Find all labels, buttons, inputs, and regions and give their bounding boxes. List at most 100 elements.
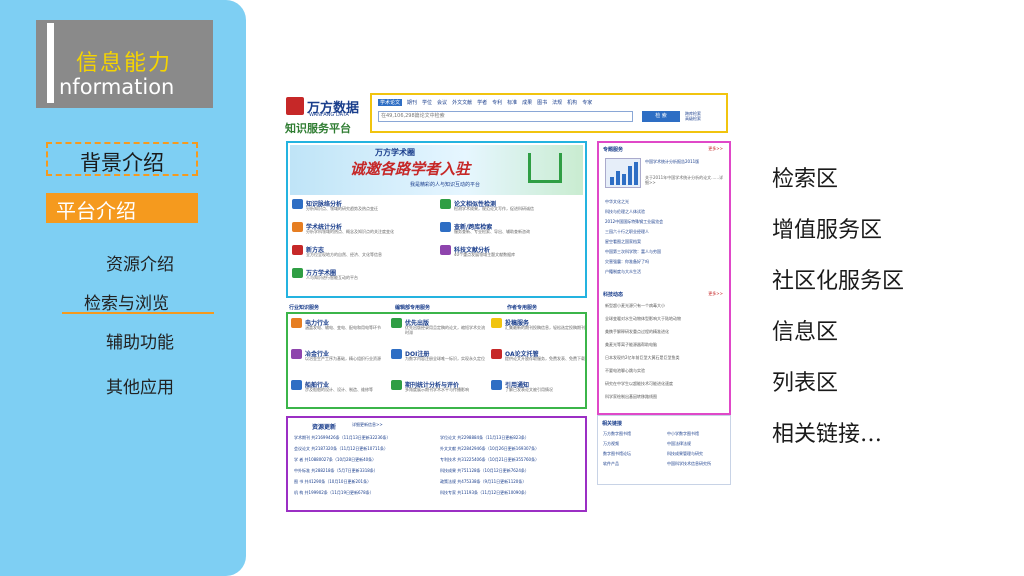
label-community-area: 社区化服务区 [772, 269, 905, 294]
nav-sub-resources[interactable]: 资源介绍 [106, 250, 174, 275]
links-head: 相关链接 [602, 421, 623, 427]
industry-icon [291, 380, 302, 390]
resources-detail-link[interactable]: 详细更新信息>> [352, 422, 383, 428]
info-area: 专题服务 更多>> 中国学术统计分析报告2011版 关于2011年中国学术统计分… [597, 141, 731, 415]
nav-item-platform-intro[interactable]: 平台介绍 [46, 193, 198, 223]
related-link[interactable]: 中国法律法规 [667, 441, 729, 446]
industry-desc: 涵盖发电、输电、变电、配电和用电等环节 [305, 325, 381, 330]
related-link[interactable]: 软件产品 [603, 461, 665, 466]
industry-desc: 涉及船舶的设计、设计、制造、维修等 [305, 387, 373, 392]
resource-row[interactable]: 中外标准 共288218条（5月7日更新3318条） [294, 468, 434, 474]
menu-tab[interactable]: 标准 [507, 99, 517, 106]
menu-tab[interactable]: 图书 [537, 99, 547, 106]
dynamic-item[interactable]: 全球变暖对水生动物体型影响大于陆地动物 [605, 316, 725, 321]
resource-row[interactable]: 机 构 共199902条（11月19日更新678条） [294, 490, 434, 496]
scholar-banner[interactable]: 万方学术圈 诚邀各路学者入驻 我是精彩的人与知识互动的平台 [290, 145, 583, 195]
nav-section-background[interactable]: 背景介绍 [46, 142, 198, 176]
dynamic-item[interactable]: 日本发现约2亿年前巨型大黄石是巨型鱼类 [605, 355, 725, 360]
menu-tab[interactable]: 会议 [437, 99, 447, 106]
menu-tab[interactable]: 外文文献 [452, 99, 472, 106]
resource-row[interactable]: 科技成果 共751128条（10月12日更新7624条） [440, 468, 580, 474]
resources-title: 资源更新 [312, 424, 337, 431]
report-title[interactable]: 中国学术统计分析报告2011版 [645, 159, 725, 164]
topic-item[interactable]: 户籍制度与大众生活 [605, 269, 725, 274]
topic-item[interactable]: 2012中国国际特殊钢工业展览会 [605, 219, 725, 224]
menu-tab[interactable]: 机构 [567, 99, 577, 106]
topic-item[interactable]: 灾害强震：你准备好了吗 [605, 259, 725, 264]
dynamic-item[interactable]: 科学家绘制出基因转移路线图 [605, 394, 725, 399]
service-desc: 全方位呈现地方的自然、经济、文化等信息 [306, 252, 382, 257]
service-desc: 分析学科领域的热点、概念及知识点的关注度变化 [306, 229, 394, 234]
industry-icon [291, 349, 302, 359]
topic-item[interactable]: 三园六十行之职业经理人 [605, 229, 725, 234]
platform-screenshot: 万方数据 WANFANG DATA 知识服务平台 学术论文 期刊 学位 会议 外文文献学… [285, 90, 735, 515]
nav-sub-other-apps[interactable]: 其他应用 [106, 373, 174, 398]
topic-item[interactable]: 星空看图之国家档案 [605, 239, 725, 244]
resource-row[interactable]: 学位论文 共2298884条（11月13日更新823条） [440, 435, 580, 441]
topic-item[interactable]: 中华文化之光 [605, 199, 725, 204]
dynamic-item[interactable]: 新型超小麦光源只有一个病毒大小 [605, 303, 725, 308]
menu-tab[interactable]: 学者 [477, 99, 487, 106]
service-desc: 检测学术成果，规范论文写作，促进科研诚信 [454, 206, 534, 211]
label-value-added-area: 增值服务区 [772, 218, 883, 243]
industry-desc: 汇集最新的期刊投稿信息，轻松选定投稿期刊 [505, 325, 585, 330]
resource-row[interactable]: 图 书 共41290条（10月10日更新201条） [294, 479, 434, 485]
search-button[interactable]: 检 索 [642, 111, 680, 122]
menu-tab[interactable]: 学位 [422, 99, 432, 106]
industry-desc: 提供论文开放存取服务，免费发表、免费下载 [505, 356, 585, 361]
service-icon [292, 199, 303, 209]
service-desc: 服务查新、专业检索、导出、辅助查新咨询 [454, 229, 530, 234]
menu-tab[interactable]: 专利 [492, 99, 502, 106]
house-icon [528, 153, 562, 183]
advanced-search-link[interactable]: 高级检索 [685, 116, 725, 121]
related-link[interactable]: 万方数字图书馆 [603, 431, 665, 436]
service-icon [292, 245, 303, 255]
label-related-links: 相关链接… [772, 422, 883, 447]
menu-tab[interactable]: 法规 [552, 99, 562, 106]
topic-item[interactable]: 中国第三次科学院：富人与穷国 [605, 249, 725, 254]
title-english: nformation [59, 75, 175, 99]
nav-sub-search-browse[interactable]: 检索与浏览 [84, 289, 169, 314]
related-link[interactable]: 中小学数字图书馆 [667, 431, 729, 436]
resource-row[interactable]: 会议论文 共2187320条（11月12日更新10711条） [294, 446, 434, 452]
search-links: 跨库检索 高级检索 [685, 111, 725, 121]
related-link[interactable]: 万方视频 [603, 441, 665, 446]
logo-icon [286, 97, 304, 115]
service-icon [440, 199, 451, 209]
industry-desc: 优先出版经录用且定稿的论文，缩短学术交流时滞 [405, 325, 485, 335]
industry-icon [391, 380, 402, 390]
search-input[interactable]: 在49,106,298篇论文中检索 [378, 111, 633, 122]
wanfang-logo: 万方数据 WANFANG DATA 知识服务平台 [285, 94, 375, 135]
menu-tab[interactable]: 成果 [522, 99, 532, 106]
search-area: 学术论文 期刊 学位 会议 外文文献 学者 专利 标准 成果 图书 法规 机构 专家 在49,106,2… [370, 93, 728, 133]
resource-row[interactable]: 外文文献 共22842946条（10月26日更新169307条） [440, 446, 580, 452]
industry-icon [391, 349, 402, 359]
dynamic-item[interactable]: 美携手解释研发重点过程的精准进化 [605, 329, 725, 334]
related-link[interactable]: 中国科学技术信息研究所 [667, 461, 729, 466]
menu-tab[interactable]: 学术论文 [378, 99, 403, 106]
title-big-letter [47, 23, 54, 103]
report-desc: 关于2011年中国学术统计分析的论文……详细>> [645, 175, 724, 185]
menu-tab[interactable]: 专家 [582, 99, 592, 106]
dynamic-item[interactable]: 美麦光等离子能源器帮助电脑 [605, 342, 725, 347]
topic-more-link[interactable]: 更多>> [708, 146, 723, 152]
resource-row[interactable]: 学术期刊 共21699426条（11月13日更新32236条） [294, 435, 434, 441]
service-desc: 40个重点发展领域主题文献数据库 [454, 252, 516, 257]
service-icon [292, 222, 303, 232]
dynamic-more-link[interactable]: 更多>> [708, 291, 723, 297]
resource-row[interactable]: 学 者 共10880027条（10月28日更新40条） [294, 457, 434, 463]
resource-row[interactable]: 政策法规 共475338条（9月11日更新1120条） [440, 479, 580, 485]
menu-tab[interactable]: 期刊 [407, 99, 417, 106]
related-link[interactable]: 科技成果管理与研究 [667, 451, 729, 456]
dynamic-item[interactable]: 不要电池聊心跳与实验 [605, 368, 725, 373]
resource-row[interactable]: 专利技术 共31225406条（10月21日更新355760条） [440, 457, 580, 463]
related-link[interactable]: 数字图书馆论坛 [603, 451, 665, 456]
area-head-editor: 编辑部专用服务 [395, 305, 431, 311]
nav-sub-aux-functions[interactable]: 辅助功能 [106, 328, 174, 353]
topic-item[interactable]: 科技与伦理之人体试验 [605, 209, 725, 214]
dynamic-item[interactable]: 研究在中学生以超能技术可能进化速度 [605, 381, 725, 386]
community-service-area: 电力行业 涵盖发电、输电、变电、配电和用电等环节 优先出版 优先出版经录用且定稿的论文… [286, 312, 587, 409]
nav-sub-underline [62, 312, 214, 314]
search-menu: 学术论文 期刊 学位 会议 外文文献 学者 专利 标准 成果 图书 法规 机构 专家 [378, 99, 592, 106]
resource-row[interactable]: 科技专家 共11193条（11月12日更新10090条） [440, 490, 580, 496]
